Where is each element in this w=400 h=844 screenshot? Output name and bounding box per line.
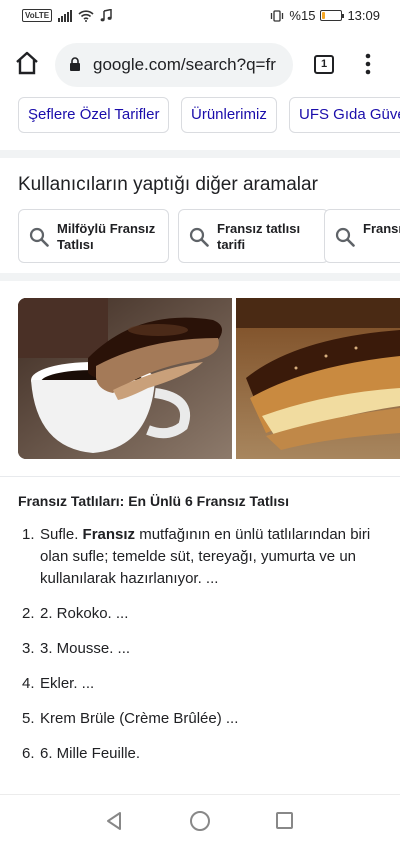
eclair-closeup-image[interactable] (236, 298, 400, 459)
related-searches: Milföylü Fransız Tatlısı Fransız tatlısı… (0, 209, 400, 265)
step-text: 3. Mousse. ... (40, 640, 131, 657)
list-number: 6. (22, 745, 35, 762)
list-number: 2. (22, 605, 35, 622)
step-text: Krem Brüle (Crème Brûlée) ... (40, 710, 239, 727)
search-icon (29, 227, 49, 247)
related-search-label: Fransız tatlısı tarifi (217, 221, 301, 252)
step-text: Ekler. ... (40, 675, 95, 692)
system-nav-bar (0, 794, 400, 844)
result-list: 1. Sufle. Fransız mutfağının en ünlü tat… (22, 524, 392, 778)
recent-apps-icon[interactable] (276, 812, 293, 829)
step-text: 2. Rokoko. ... (40, 605, 129, 622)
tab-switcher-button[interactable]: 1 (314, 55, 334, 74)
clock: 13:09 (347, 8, 380, 23)
related-search-label: Fransız pastalar (363, 221, 400, 236)
list-item: 4. Ekler. ... (22, 673, 392, 695)
sitelink-chips: Şeflere Özel Tarifler Ürünlerimiz UFS Gı… (0, 94, 400, 150)
signal-icon (58, 9, 73, 22)
result-title[interactable]: Fransız Tatlıları: En Ünlü 6 Fransız Tat… (18, 493, 289, 509)
circle-home-icon[interactable] (190, 811, 210, 831)
battery-icon (320, 10, 345, 21)
volte-indicator: VoLTE (22, 9, 53, 22)
list-item: 6. 6. Mille Feuille. (22, 743, 392, 765)
music-icon (100, 9, 112, 22)
list-number: 1. (22, 526, 35, 543)
related-searches-title: Kullanıcıların yaptığı diğer aramalar (18, 174, 318, 195)
battery-percent: %15 (289, 8, 316, 23)
step-bold-text: Fransız (82, 526, 136, 543)
vibrate-icon (271, 9, 284, 22)
list-item: 2. 2. Rokoko. ... (22, 603, 392, 625)
search-icon (335, 227, 355, 247)
related-search-item[interactable]: Fransız pastalar (324, 209, 400, 263)
back-icon[interactable] (105, 811, 123, 831)
list-number: 5. (22, 710, 35, 727)
address-bar[interactable]: google.com/search?q=fr (55, 43, 293, 87)
chip-sefler[interactable]: Şeflere Özel Tarifler (18, 97, 170, 133)
browser-toolbar: google.com/search?q=fr 1 (0, 34, 400, 94)
step-text: Sufle. (40, 526, 83, 543)
related-search-item[interactable]: Fransız tatlısı tarifi (178, 209, 329, 263)
home-icon[interactable] (14, 50, 40, 76)
list-number: 3. (22, 640, 35, 657)
wifi-icon (78, 9, 94, 22)
list-number: 4. (22, 675, 35, 692)
status-bar: VoLTE %15 13:09 (0, 0, 400, 34)
url-text: google.com/search?q=fr (93, 55, 276, 74)
section-separator (0, 273, 400, 281)
divider (0, 476, 400, 477)
chip-urunlerimiz[interactable]: Ürünlerimiz (181, 97, 277, 133)
status-left: VoLTE (22, 9, 112, 22)
eclair-coffee-image[interactable] (18, 298, 232, 459)
chip-ufs-gida[interactable]: UFS Gıda Güvenliği (289, 97, 400, 133)
related-search-label: Milföylü Fransız Tatlısı (57, 221, 156, 252)
search-icon (189, 227, 209, 247)
list-item: 3. 3. Mousse. ... (22, 638, 392, 660)
list-item: 5. Krem Brüle (Crème Brûlée) ... (22, 708, 392, 730)
section-separator (0, 150, 400, 158)
lock-icon (70, 57, 80, 71)
related-search-item[interactable]: Milföylü Fransız Tatlısı (18, 209, 169, 263)
menu-icon[interactable] (360, 52, 376, 76)
step-text: 6. Mille Feuille. (40, 745, 141, 762)
status-right: %15 13:09 (270, 8, 380, 23)
list-item: 1. Sufle. Fransız mutfağının en ünlü tat… (22, 524, 392, 590)
